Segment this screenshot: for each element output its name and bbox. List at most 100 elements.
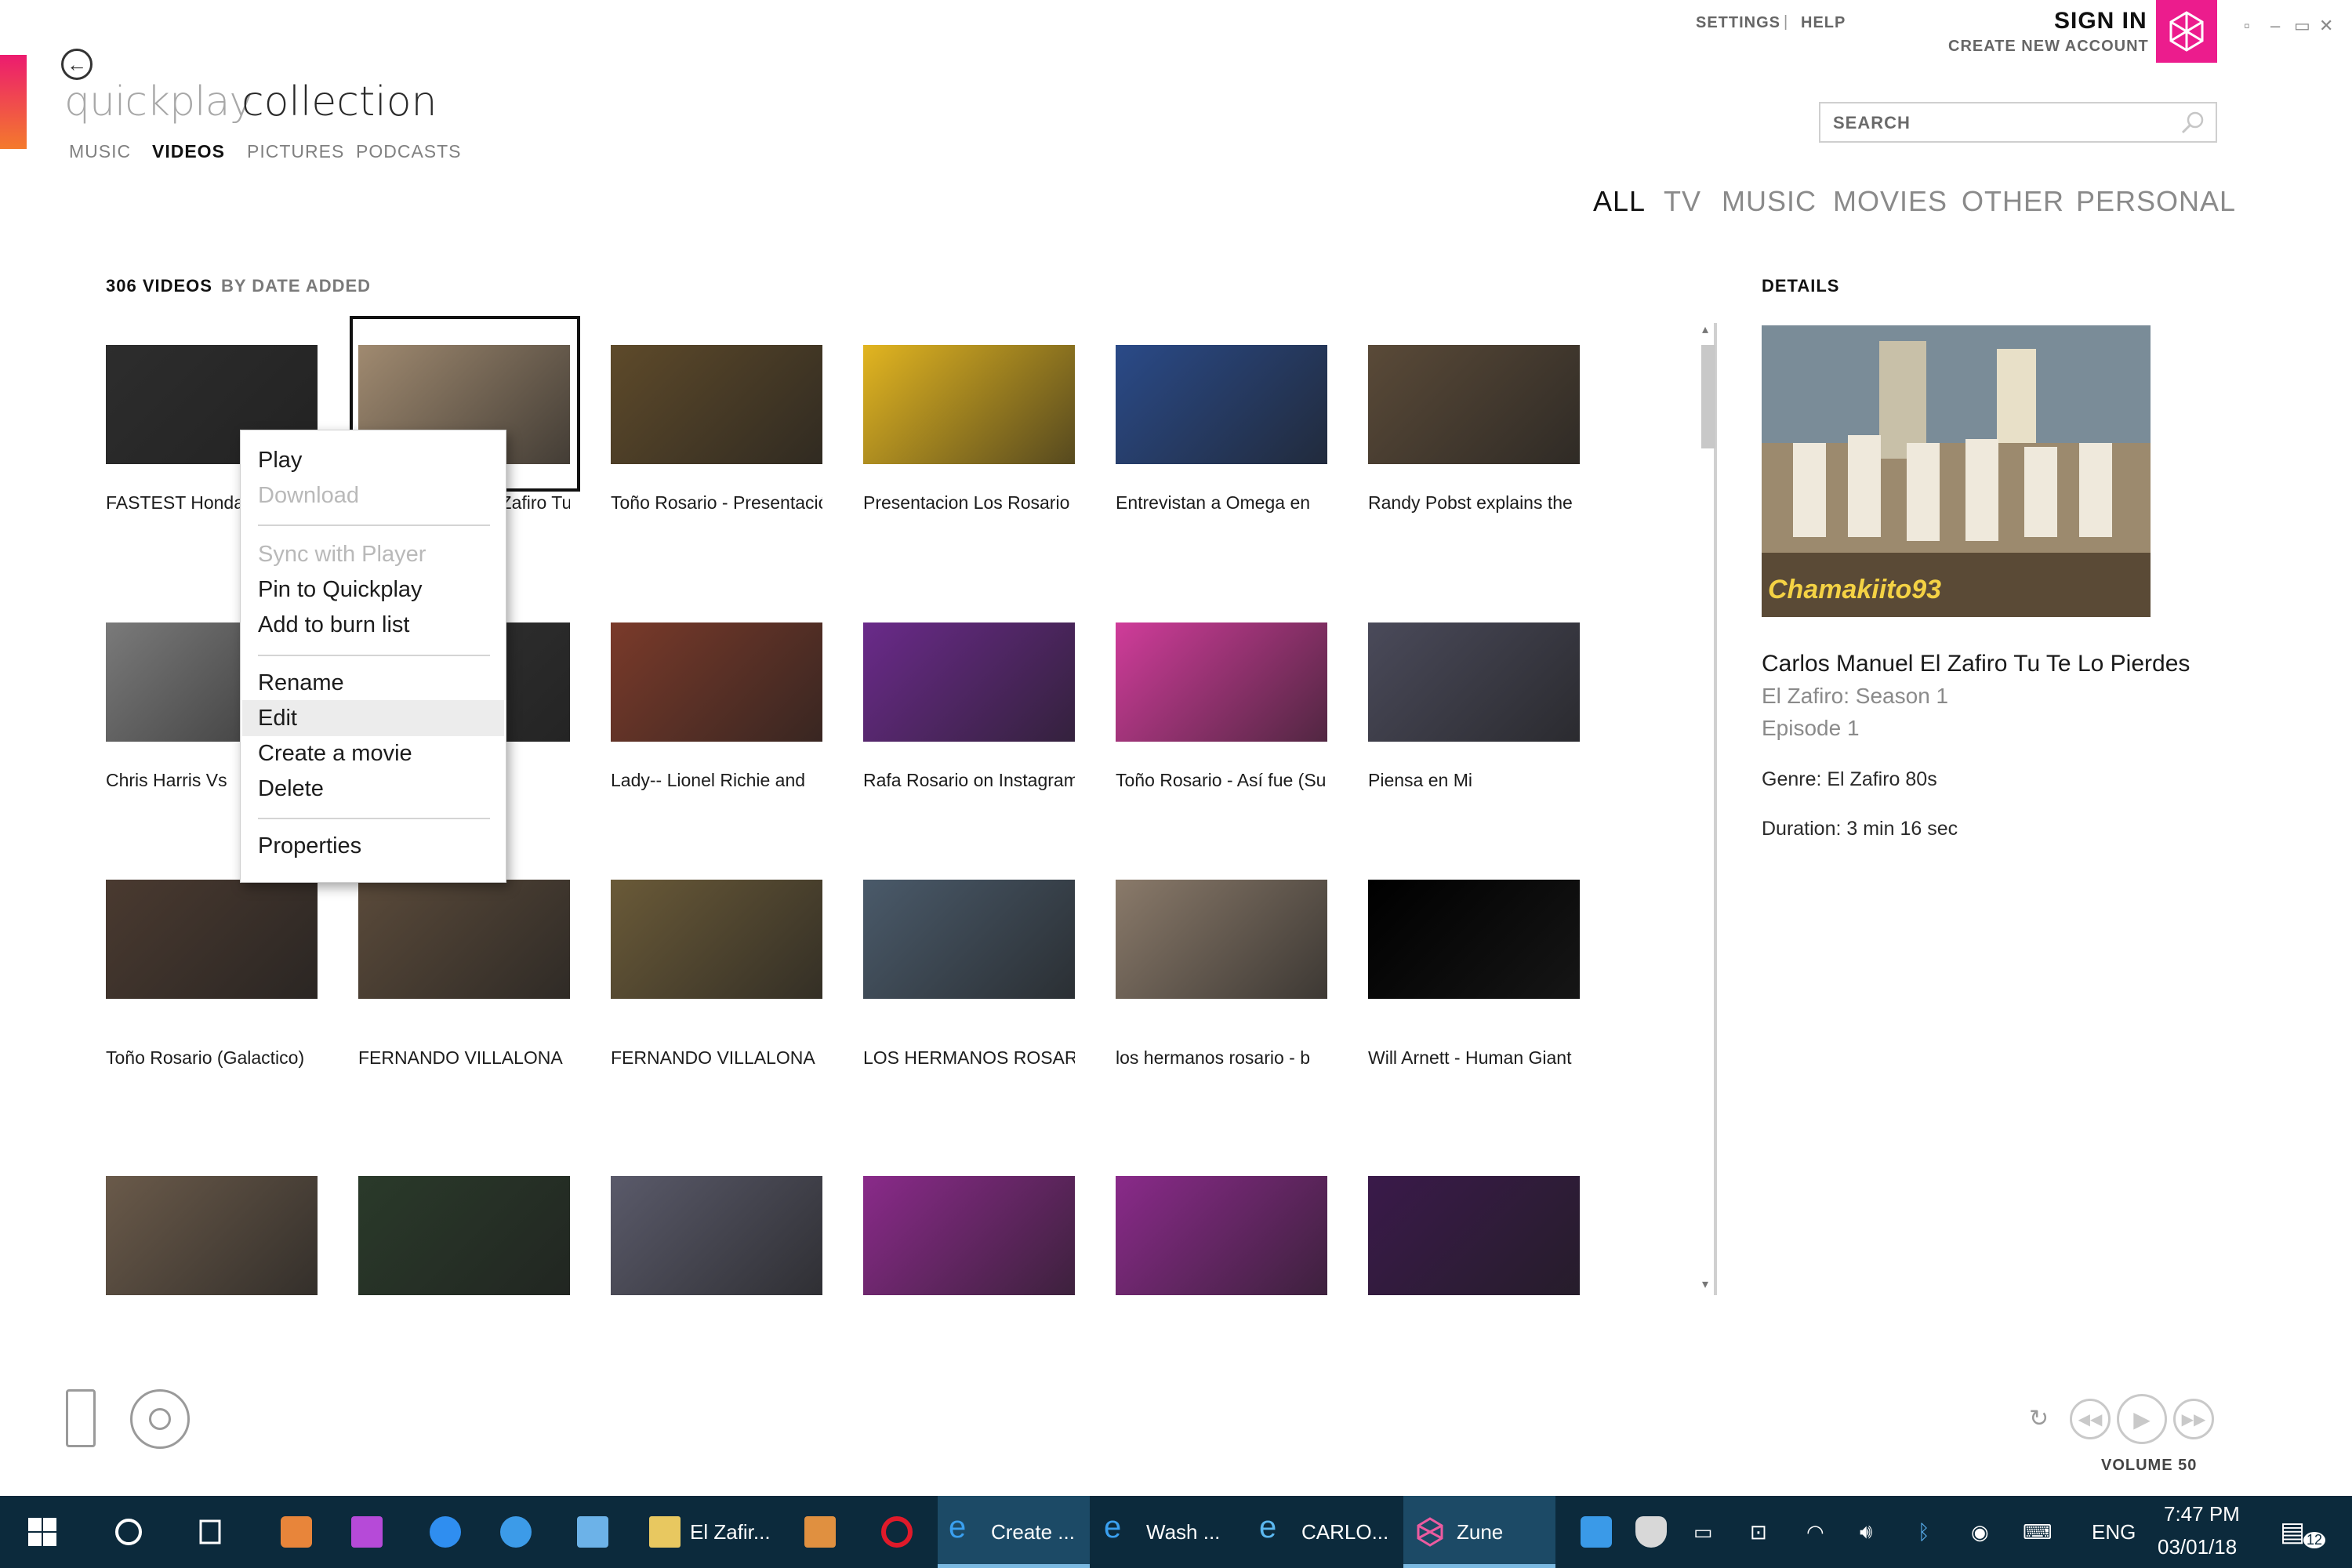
taskbar-app-media[interactable] (337, 1496, 400, 1568)
tray-volume[interactable]: 🔊︎ (1850, 1496, 1897, 1568)
taskbar-app-paint[interactable] (267, 1496, 329, 1568)
video-thumbnail[interactable] (106, 1176, 318, 1295)
tray-clock[interactable]: 7:47 PM 03/01/18 (2148, 1496, 2258, 1568)
menu-item-play[interactable]: Play (258, 448, 302, 474)
menu-item-sync-with-player: Sync with Player (258, 542, 426, 567)
details-thumbnail[interactable]: Chamakiito93 (1762, 325, 2151, 617)
create-account-link[interactable]: CREATE NEW ACCOUNT (1948, 38, 2149, 56)
scrollbar-track[interactable] (1714, 323, 1717, 1295)
close-icon[interactable]: ✕ (2319, 16, 2333, 36)
taskbar-label: Create ... (991, 1519, 1075, 1544)
sort-by-date[interactable]: BY DATE ADDED (221, 276, 371, 296)
volume-level[interactable]: VOLUME 50 (2101, 1457, 2197, 1475)
scroll-up-icon[interactable]: ▴ (1702, 321, 1708, 337)
filter-movies[interactable]: MOVIES (1833, 185, 1947, 218)
breadcrumb-quickplay[interactable]: quickplay (64, 78, 253, 125)
repeat-icon[interactable]: ↻ (2029, 1405, 2049, 1432)
tray-keyboard[interactable]: ⌨ (2015, 1496, 2078, 1568)
search-icon[interactable] (2180, 110, 2206, 136)
video-thumbnail[interactable] (1368, 345, 1580, 464)
menu-item-edit[interactable]: Edit (258, 706, 297, 731)
scroll-down-icon[interactable]: ▾ (1702, 1276, 1708, 1292)
compact-mode-icon[interactable]: ▫ (2244, 16, 2250, 36)
task-view-button[interactable] (180, 1496, 243, 1568)
video-caption: LOS HERMANOS ROSARIO (863, 1047, 1075, 1068)
tray-bluetooth[interactable]: ᛒ (1905, 1496, 1952, 1568)
video-thumbnail[interactable] (1368, 880, 1580, 999)
video-thumbnail[interactable] (1368, 1176, 1580, 1295)
menu-item-create-a-movie[interactable]: Create a movie (258, 741, 412, 767)
minimize-icon[interactable]: – (2270, 16, 2280, 36)
maximize-icon[interactable]: ▭ (2294, 16, 2310, 36)
media-app-icon (351, 1516, 383, 1548)
scrollbar-thumb[interactable] (1701, 345, 1715, 448)
action-center[interactable]: ▤ 12 (2267, 1496, 2346, 1568)
filter-tv[interactable]: TV (1664, 185, 1701, 218)
taskbar-ie-carlo[interactable]: e CARLO... (1248, 1496, 1400, 1568)
sign-in-link[interactable]: SIGN IN (2054, 8, 2147, 34)
filter-all[interactable]: ALL (1593, 185, 1646, 218)
details-season[interactable]: El Zafiro: Season 1 (1762, 684, 1948, 709)
menu-item-properties[interactable]: Properties (258, 833, 361, 859)
filter-personal[interactable]: PERSONAL (2076, 185, 2236, 218)
tray-language[interactable]: ENG (2085, 1496, 2140, 1568)
video-thumbnail[interactable] (611, 622, 822, 742)
disc-center-icon (149, 1408, 171, 1430)
video-thumbnail[interactable] (611, 1176, 822, 1295)
filter-other[interactable]: OTHER (1962, 185, 2064, 218)
video-thumbnail[interactable] (358, 1176, 570, 1295)
taskbar-zune[interactable]: Zune (1403, 1496, 1555, 1568)
video-thumbnail[interactable] (106, 880, 318, 999)
pivot-pictures[interactable]: PICTURES (247, 141, 344, 162)
pivot-podcasts[interactable]: PODCASTS (356, 141, 462, 162)
taskbar-app-opera[interactable] (867, 1496, 930, 1568)
video-caption: Presentacion Los Rosario (863, 492, 1070, 513)
wifi-icon: ◠ (1806, 1519, 1824, 1544)
taskbar-explorer-el-zafiro[interactable]: El Zafir... (640, 1496, 781, 1568)
start-button[interactable] (0, 1496, 86, 1568)
filter-music[interactable]: MUSIC (1722, 185, 1817, 218)
taskbar-edge-create[interactable]: e Create ... (938, 1496, 1090, 1568)
search-box[interactable]: SEARCH (1819, 102, 2217, 143)
tray-battery[interactable]: ▭ (1682, 1496, 1730, 1568)
tray-display[interactable]: ⊡ (1739, 1496, 1786, 1568)
video-thumbnail[interactable] (863, 1176, 1075, 1295)
video-thumbnail[interactable] (611, 345, 822, 464)
tray-wifi[interactable]: ◠ (1795, 1496, 1842, 1568)
tray-defender[interactable] (1628, 1496, 1675, 1568)
video-thumbnail[interactable] (863, 622, 1075, 742)
video-thumbnail[interactable] (1116, 622, 1327, 742)
next-track-icon[interactable]: ▶▶ (2173, 1399, 2214, 1439)
settings-link[interactable]: SETTINGS (1696, 14, 1780, 32)
previous-track-icon[interactable]: ◀◀ (2070, 1399, 2111, 1439)
taskbar-app-video[interactable] (790, 1496, 853, 1568)
clock-date: 03/01/18 (2158, 1535, 2238, 1559)
back-button[interactable]: ← (61, 49, 93, 80)
taskbar-app-photos[interactable] (563, 1496, 626, 1568)
tray-location[interactable]: ◉ (1960, 1496, 2007, 1568)
tray-chat[interactable] (1573, 1496, 1620, 1568)
pivot-videos[interactable]: VIDEOS (152, 141, 225, 162)
taskbar-app-downloader[interactable] (416, 1496, 478, 1568)
video-thumbnail[interactable] (1116, 1176, 1327, 1295)
device-phone-icon[interactable] (66, 1389, 96, 1447)
play-icon[interactable]: ▶ (2117, 1394, 2167, 1444)
menu-item-rename[interactable]: Rename (258, 670, 344, 696)
video-thumbnail[interactable] (358, 880, 570, 999)
task-view-icon (199, 1519, 221, 1544)
menu-item-pin-to-quickplay[interactable]: Pin to Quickplay (258, 577, 423, 603)
menu-item-delete[interactable]: Delete (258, 776, 324, 802)
search-placeholder: SEARCH (1833, 113, 1911, 132)
video-thumbnail[interactable] (1116, 345, 1327, 464)
menu-item-add-to-burn-list[interactable]: Add to burn list (258, 612, 409, 638)
video-thumbnail[interactable] (863, 880, 1075, 999)
pivot-music[interactable]: MUSIC (69, 141, 131, 162)
video-thumbnail[interactable] (863, 345, 1075, 464)
video-thumbnail[interactable] (1116, 880, 1327, 999)
video-thumbnail[interactable] (611, 880, 822, 999)
taskbar-edge-wash[interactable]: e Wash ... (1093, 1496, 1245, 1568)
help-link[interactable]: HELP (1801, 14, 1846, 32)
video-thumbnail[interactable] (1368, 622, 1580, 742)
taskbar-app-sync[interactable] (486, 1496, 549, 1568)
cortana-button[interactable] (99, 1496, 162, 1568)
